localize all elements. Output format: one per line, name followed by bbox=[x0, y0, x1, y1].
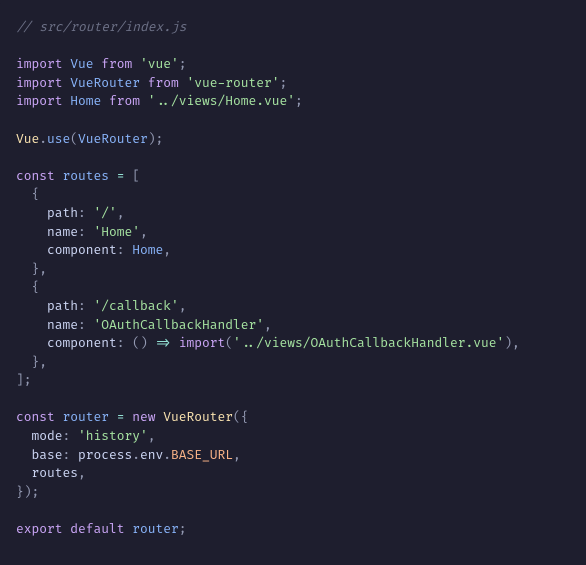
tok: 'vue' bbox=[140, 56, 179, 72]
tok: ; bbox=[24, 372, 32, 388]
tok: { bbox=[32, 186, 40, 202]
tok: mode bbox=[32, 428, 63, 444]
tok: Home bbox=[70, 93, 101, 109]
tok: , bbox=[163, 242, 171, 258]
tok: 'history' bbox=[78, 428, 148, 444]
tok: , bbox=[179, 298, 187, 314]
tok: . bbox=[39, 131, 47, 147]
tok: ; bbox=[179, 521, 187, 537]
tok: : bbox=[117, 242, 125, 258]
tok: : bbox=[117, 335, 125, 351]
code-comment: // src/router/index.js bbox=[16, 19, 187, 35]
tok: 'OAuthCallbackHandler' bbox=[94, 317, 265, 333]
tok: = bbox=[117, 409, 125, 425]
tok: Vue bbox=[16, 131, 39, 147]
tok: : bbox=[78, 224, 86, 240]
tok: env bbox=[140, 447, 163, 463]
tok: : bbox=[78, 298, 86, 314]
tok: VueRouter bbox=[70, 75, 140, 91]
tok: const bbox=[16, 168, 55, 184]
tok: VueRouter bbox=[78, 131, 148, 147]
tok: component bbox=[47, 242, 117, 258]
tok: ( bbox=[70, 131, 78, 147]
tok: ; bbox=[156, 131, 164, 147]
tok: use bbox=[47, 131, 70, 147]
tok: , bbox=[39, 261, 47, 277]
tok: : bbox=[78, 317, 86, 333]
tok: ( bbox=[233, 409, 241, 425]
tok: , bbox=[264, 317, 272, 333]
tok: VueRouter bbox=[163, 409, 233, 425]
tok: ( bbox=[225, 335, 233, 351]
tok: import bbox=[16, 93, 63, 109]
tok: path bbox=[47, 205, 78, 221]
tok: '/' bbox=[94, 205, 117, 221]
tok: ; bbox=[32, 484, 40, 500]
tok: } bbox=[16, 484, 24, 500]
tok: , bbox=[512, 335, 520, 351]
tok: router bbox=[132, 521, 179, 537]
tok: , bbox=[39, 354, 47, 370]
tok: . bbox=[163, 447, 171, 463]
tok: '/callback' bbox=[94, 298, 179, 314]
tok: ] bbox=[16, 372, 24, 388]
tok: , bbox=[140, 224, 148, 240]
tok: process bbox=[78, 447, 132, 463]
tok: name bbox=[47, 317, 78, 333]
tok: ; bbox=[179, 56, 187, 72]
tok: from bbox=[109, 93, 140, 109]
tok: ) bbox=[24, 484, 32, 500]
tok: 'Home' bbox=[94, 224, 141, 240]
tok: import bbox=[179, 335, 226, 351]
tok: [ bbox=[132, 168, 140, 184]
tok: Home bbox=[132, 242, 163, 258]
tok: '../views/Home.vue' bbox=[148, 93, 295, 109]
tok: Vue bbox=[70, 56, 93, 72]
tok: ; bbox=[280, 75, 288, 91]
tok: ; bbox=[295, 93, 303, 109]
tok: , bbox=[78, 465, 86, 481]
tok: , bbox=[148, 428, 156, 444]
tok: , bbox=[117, 205, 125, 221]
tok: base bbox=[32, 447, 63, 463]
tok: export bbox=[16, 521, 63, 537]
tok: routes bbox=[32, 465, 79, 481]
tok: 'vue-router' bbox=[187, 75, 280, 91]
tok: from bbox=[148, 75, 179, 91]
tok: ) bbox=[148, 131, 156, 147]
tok: ) bbox=[504, 335, 512, 351]
tok: import bbox=[16, 56, 63, 72]
tok: component bbox=[47, 335, 117, 351]
tok: routes bbox=[63, 168, 110, 184]
tok: new bbox=[132, 409, 155, 425]
tok: { bbox=[32, 279, 40, 295]
tok: : bbox=[63, 447, 71, 463]
tok: ) bbox=[140, 335, 148, 351]
code-block: // src/router/index.js import Vue from '… bbox=[0, 0, 586, 557]
tok: : bbox=[63, 428, 71, 444]
tok: '../views/OAuthCallbackHandler.vue' bbox=[233, 335, 504, 351]
tok: . bbox=[132, 447, 140, 463]
tok: : bbox=[78, 205, 86, 221]
tok: BASE_URL bbox=[171, 447, 233, 463]
tok: router bbox=[63, 409, 110, 425]
tok: => bbox=[156, 335, 172, 351]
tok: path bbox=[47, 298, 78, 314]
tok: from bbox=[101, 56, 132, 72]
tok: name bbox=[47, 224, 78, 240]
tok: import bbox=[16, 75, 63, 91]
tok: const bbox=[16, 409, 55, 425]
tok: = bbox=[117, 168, 125, 184]
tok: default bbox=[70, 521, 124, 537]
tok: { bbox=[241, 409, 249, 425]
tok: , bbox=[233, 447, 241, 463]
tok: ( bbox=[132, 335, 140, 351]
